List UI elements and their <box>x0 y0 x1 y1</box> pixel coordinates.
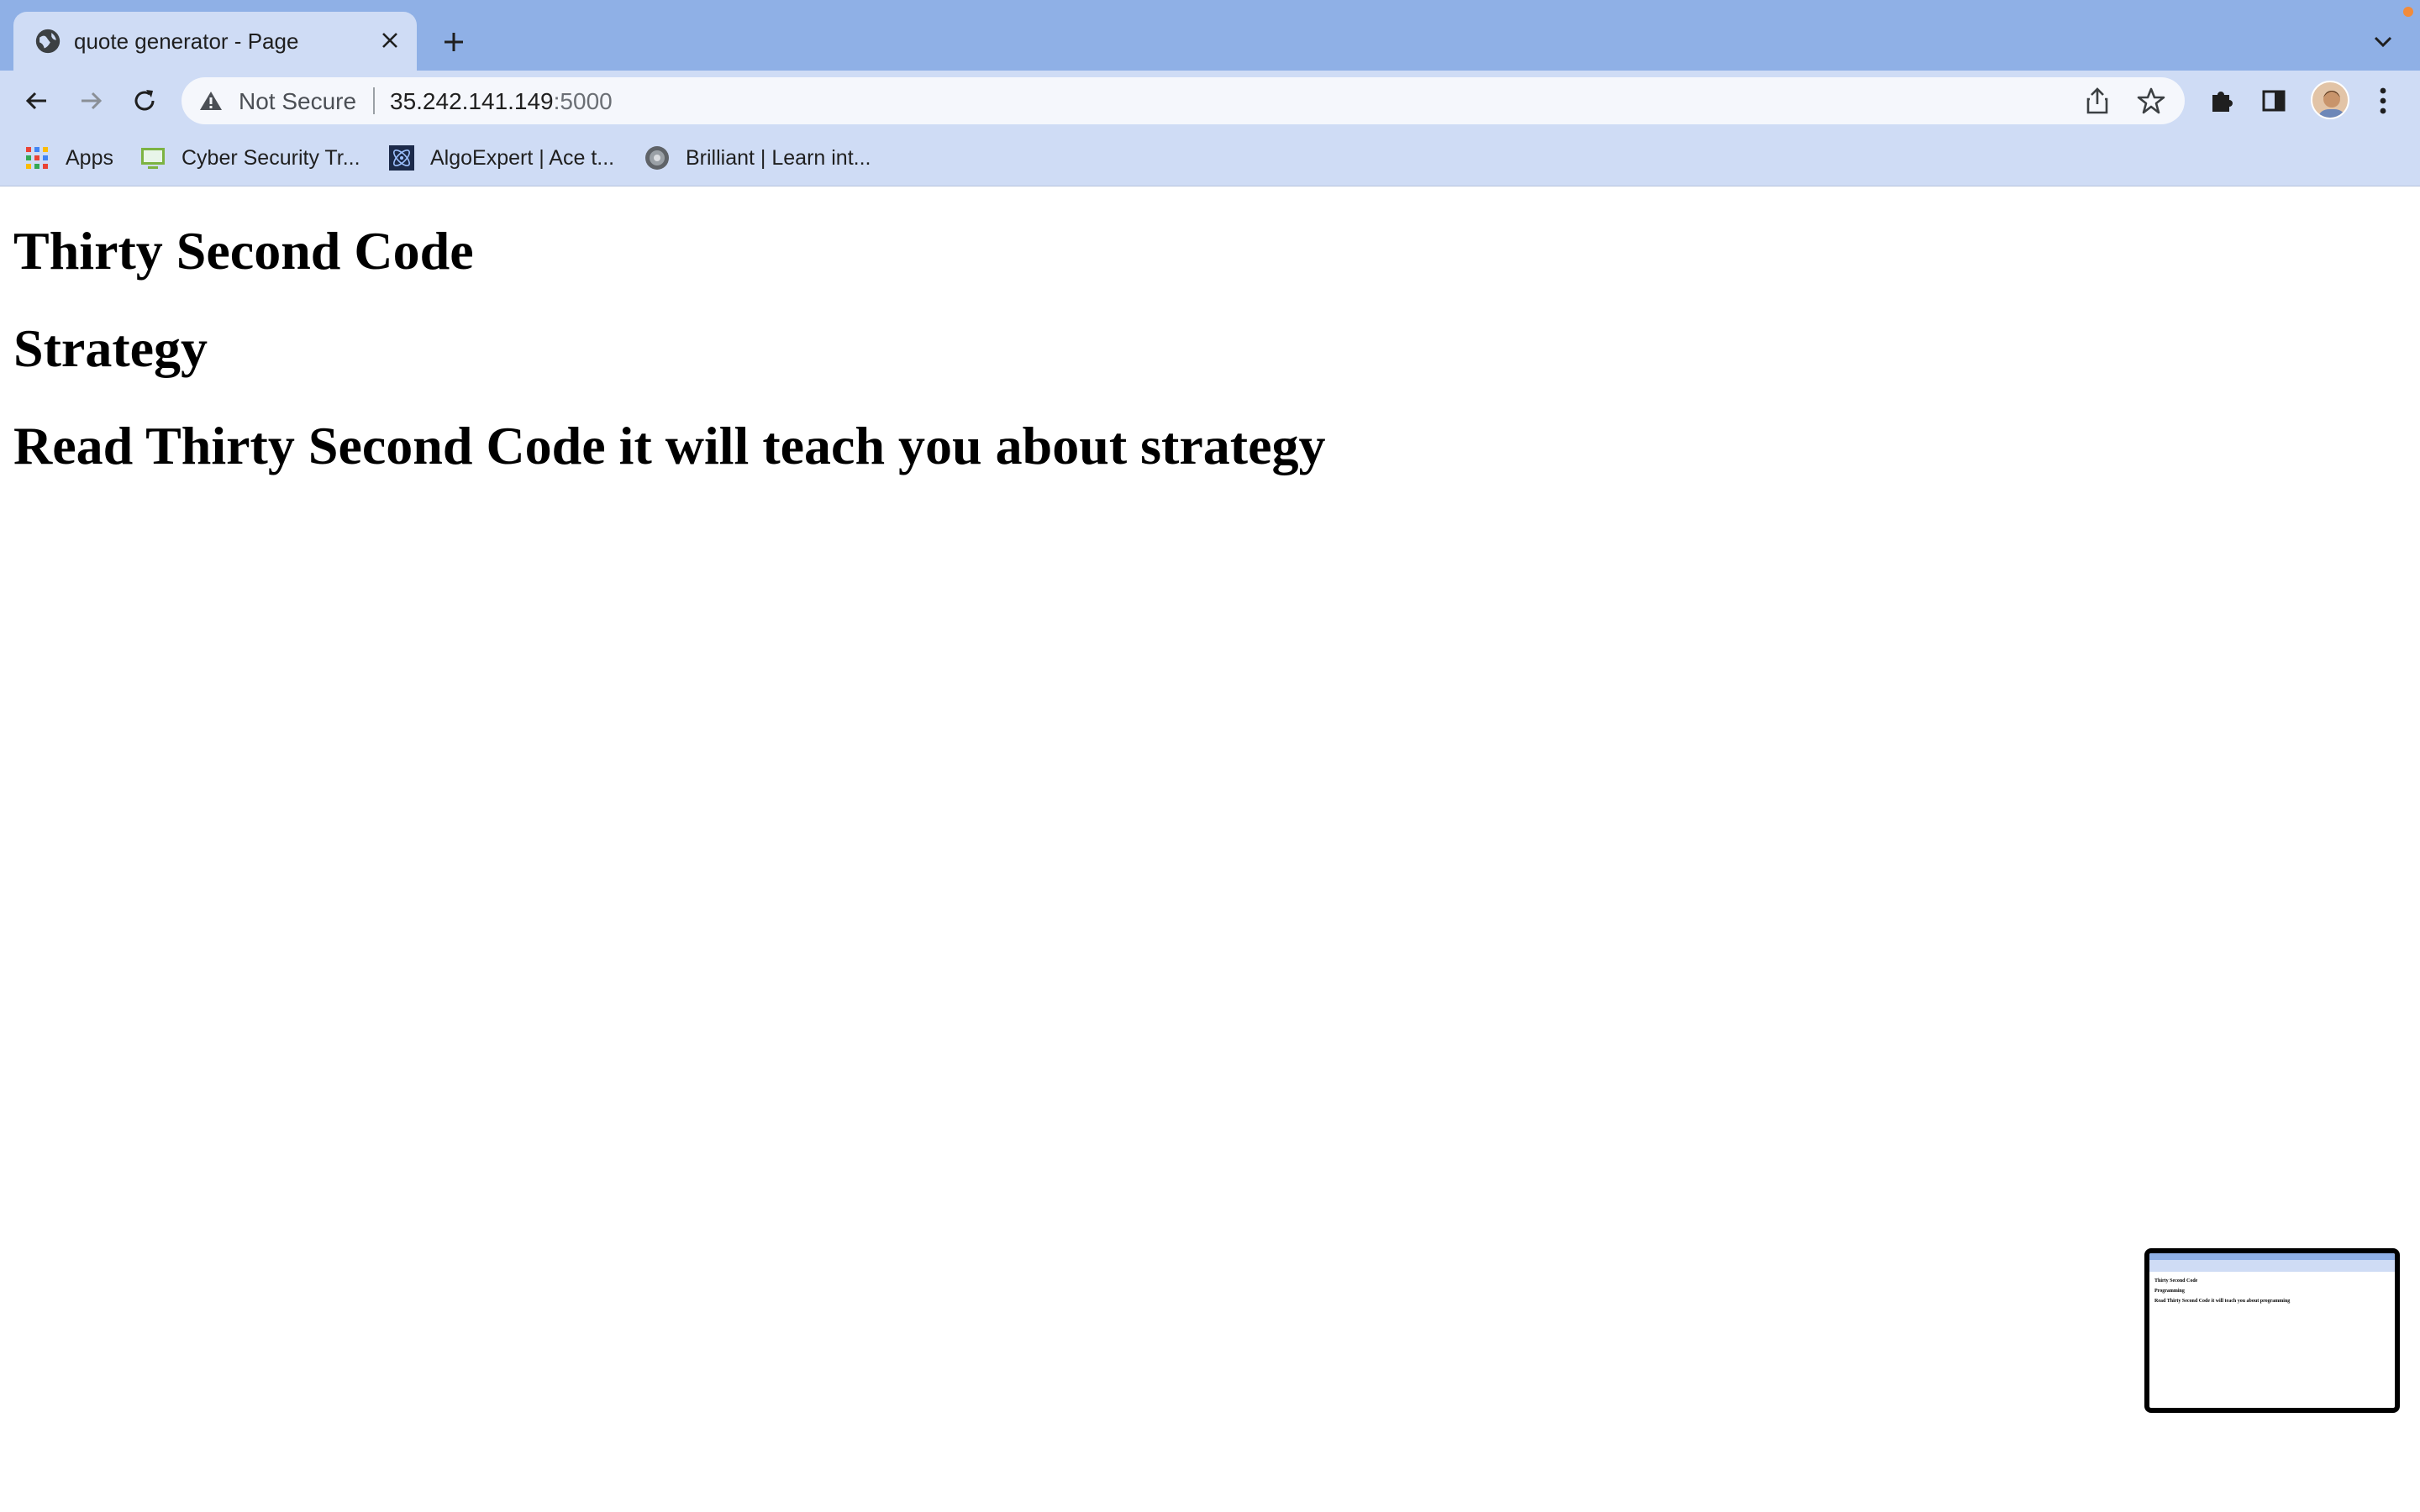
url-port: :5000 <box>553 88 613 114</box>
apps-grid-icon <box>26 147 48 169</box>
arrow-left-icon <box>25 92 46 110</box>
security-label[interactable]: Not Secure <box>239 88 356 115</box>
brilliant-icon <box>645 146 669 170</box>
share-icon[interactable] <box>2082 86 2112 116</box>
tab-title: quote generator - Page <box>74 29 299 54</box>
profile-icon <box>2319 91 2344 118</box>
url-text[interactable]: 35.242.141.149:5000 <box>390 88 613 115</box>
star-icon[interactable] <box>2136 86 2166 116</box>
bookmark-cyber-security[interactable]: Cyber Security Tr... <box>139 139 360 176</box>
tab-active[interactable]: quote generator - Page <box>13 12 417 71</box>
bookmark-apps[interactable]: Apps <box>24 139 113 176</box>
thumbnail-line: Read Thirty Second Code it will teach yo… <box>2154 1299 2291 1304</box>
thumbnail-tabs <box>2149 1253 2395 1260</box>
bookmark-label: Apps <box>66 145 113 170</box>
side-panel-button[interactable] <box>2252 79 2296 123</box>
thumbnail-line: Thirty Second Code <box>2154 1278 2198 1284</box>
extensions-button[interactable] <box>2200 79 2244 123</box>
side-panel-icon <box>2262 90 2286 112</box>
bookmark-label: Cyber Security Tr... <box>182 145 360 170</box>
thumbnail-line: Programming <box>2154 1289 2185 1294</box>
back-button[interactable] <box>15 79 59 123</box>
avatar[interactable] <box>2311 81 2349 119</box>
browser-chrome: quote generator - Page Not Secure 35.242… <box>0 0 2420 186</box>
forward-button[interactable] <box>69 79 113 123</box>
quote-category: Strategy <box>13 318 208 378</box>
warning-icon[interactable] <box>198 89 224 113</box>
recording-indicator <box>2403 7 2413 17</box>
bookmark-algoexpert[interactable]: AlgoExpert | Ace t... <box>388 139 614 176</box>
address-bar[interactable]: Not Secure 35.242.141.149:5000 <box>182 77 2185 124</box>
close-tab-icon[interactable] <box>375 25 405 55</box>
chevron-down-icon[interactable] <box>2368 27 2398 57</box>
page-title: Thirty Second Code <box>13 221 474 281</box>
bookmark-label: Brilliant | Learn int... <box>686 145 871 170</box>
monitor-icon <box>141 148 165 169</box>
more-vert-icon <box>2380 87 2386 114</box>
page-content: Thirty Second Code Strategy Read Thirty … <box>0 186 2420 1512</box>
bookmark-label: AlgoExpert | Ace t... <box>430 145 615 170</box>
bookmarks-bar: Apps Cyber Security Tr... AlgoExpert | A… <box>0 139 2420 176</box>
algoexpert-icon <box>389 145 414 171</box>
browser-menu-button[interactable] <box>2361 79 2405 123</box>
reload-icon <box>134 90 155 111</box>
quote-text: Read Thirty Second Code it will teach yo… <box>13 416 1326 475</box>
globe-icon <box>35 29 60 54</box>
tab-strip: quote generator - Page <box>0 0 2420 71</box>
bookmark-brilliant[interactable]: Brilliant | Learn int... <box>644 139 871 176</box>
address-separator <box>373 87 375 114</box>
url-host: 35.242.141.149 <box>390 88 554 114</box>
new-tab-icon[interactable] <box>437 25 471 59</box>
arrow-right-icon <box>82 92 103 110</box>
puzzle-icon <box>2212 92 2233 112</box>
screenshot-thumbnail[interactable]: Thirty Second Code Programming Read Thir… <box>2144 1248 2400 1413</box>
reload-button[interactable] <box>123 79 166 123</box>
